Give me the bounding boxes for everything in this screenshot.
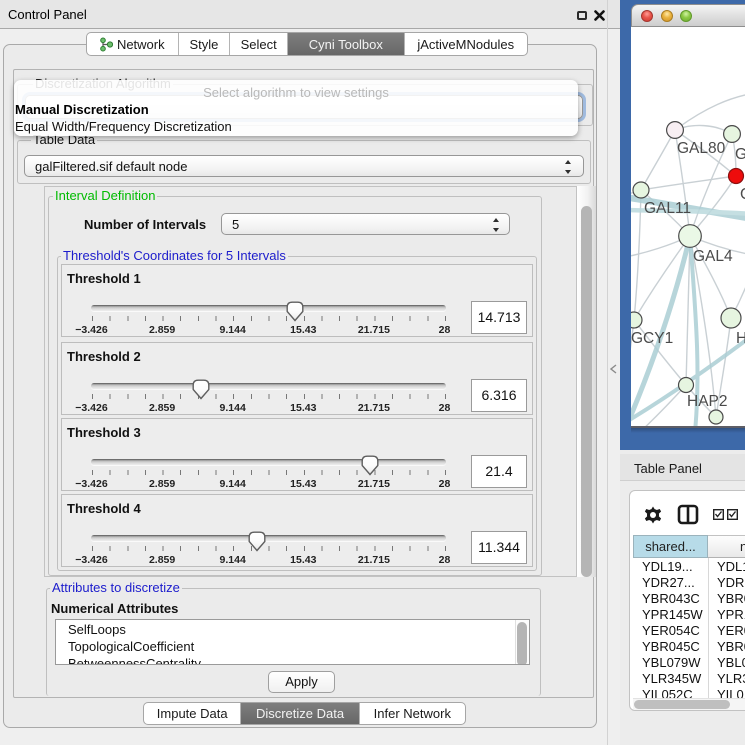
svg-text:GCY1: GCY1: [631, 330, 673, 347]
svg-text:GAL4: GAL4: [693, 248, 733, 265]
svg-text:GA: GA: [735, 146, 745, 163]
svg-text:GAL11: GAL11: [644, 200, 691, 217]
svg-text:HAP2: HAP2: [687, 393, 728, 410]
svg-text:C: C: [740, 186, 745, 203]
svg-text:H: H: [736, 330, 745, 347]
svg-text:GAL80: GAL80: [677, 140, 726, 157]
